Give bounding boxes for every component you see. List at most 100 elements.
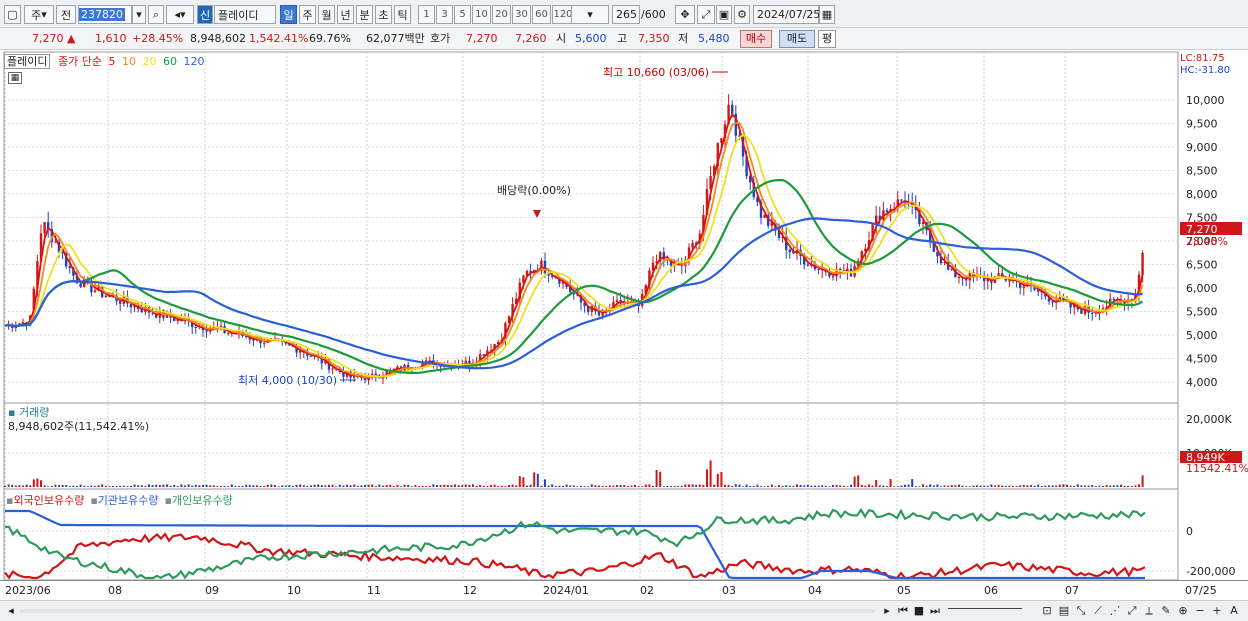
volume-bar — [770, 484, 773, 487]
gear-icon[interactable]: ⚙ — [734, 5, 750, 24]
fibo-icon[interactable]: ⋰ — [1108, 604, 1122, 618]
arrow-tool-icon[interactable]: ⤢ — [1125, 604, 1139, 618]
window-icon[interactable]: ▢ — [4, 5, 21, 24]
number-button-30[interactable]: 30 — [512, 5, 531, 24]
fast-forward-icon[interactable]: ⏭ — [928, 604, 942, 618]
table-toggle-icon[interactable]: ▦ — [8, 72, 22, 84]
calendar-icon[interactable]: ▦ — [819, 5, 835, 24]
plus-icon[interactable]: + — [1210, 604, 1224, 618]
volume-bar — [785, 485, 788, 487]
save-icon[interactable]: ▣ — [716, 5, 732, 24]
quote-bar: 7,270 ▲ 1,610 +28.45% 8,948,602 1,542.41… — [0, 28, 1248, 50]
crosshair-icon[interactable]: ✥ — [675, 5, 695, 24]
volume-bar — [994, 485, 996, 487]
volume-bar — [788, 485, 791, 487]
buy-button[interactable]: 매수 — [740, 30, 772, 48]
scroll-left-icon[interactable]: ◂ — [4, 604, 18, 618]
number-button-1[interactable]: 1 — [418, 5, 435, 24]
zoom-reset-icon[interactable]: ⊡ — [1040, 604, 1054, 618]
code-dropdown-icon[interactable]: ▾ — [132, 5, 146, 24]
volume-bar — [817, 485, 820, 487]
volume-bar — [749, 485, 752, 487]
trendline-icon[interactable]: ⟋ — [1091, 604, 1105, 618]
tool-icon[interactable]: ⤢ — [697, 5, 715, 24]
volume-bar — [940, 486, 942, 487]
ma-period-10[interactable]: 10 — [118, 55, 136, 68]
interval-0[interactable]: 일 — [280, 5, 297, 24]
candle-body — [543, 260, 547, 274]
volume-tick-label: 20,000K — [1186, 413, 1232, 426]
volume-bar — [378, 484, 381, 487]
interval-3[interactable]: 년 — [337, 5, 354, 24]
volume-bar — [1109, 485, 1112, 487]
volume-bar — [302, 485, 305, 487]
scroll-right-icon[interactable]: ▸ — [880, 604, 894, 618]
candle-body — [263, 342, 266, 344]
price-tick-label: 4,500 — [1186, 353, 1218, 366]
prev-button[interactable]: 전 — [56, 5, 76, 24]
zoom-slider[interactable] — [948, 608, 1022, 614]
search-icon[interactable]: ⌕ — [148, 5, 164, 24]
holders-legend-item-2[interactable]: ▪개인보유수량 — [165, 494, 233, 507]
count-input[interactable]: 265 — [612, 5, 640, 24]
volume-bar — [526, 485, 528, 487]
zoom-in-icon[interactable]: ⊕ — [1176, 604, 1190, 618]
holders-legend-item-0[interactable]: ▪외국인보유수량 — [6, 494, 84, 507]
volume-bar — [900, 485, 903, 487]
ma-period-5[interactable]: 5 — [108, 55, 115, 68]
number-button-20[interactable]: 20 — [492, 5, 511, 24]
volume-bar — [191, 485, 194, 487]
volume-bar — [1112, 485, 1115, 487]
volume-bar — [936, 484, 939, 487]
rewind-icon[interactable]: ⏮ — [896, 604, 910, 618]
volume-bar — [1044, 485, 1047, 487]
ma-period-60[interactable]: 60 — [159, 55, 177, 68]
candle-body — [817, 269, 820, 271]
candle-body — [194, 326, 197, 328]
number-button-60[interactable]: 60 — [532, 5, 551, 24]
volume-bar — [630, 485, 633, 487]
sell-button[interactable]: 매도 — [779, 30, 815, 48]
number-button-10[interactable]: 10 — [472, 5, 491, 24]
panel-icon[interactable]: ▤ — [1057, 604, 1071, 618]
volume-bar — [1080, 485, 1083, 487]
scrollbar-track[interactable] — [20, 609, 875, 613]
stop-icon[interactable]: ■ — [912, 604, 926, 618]
settings-tool-icon[interactable]: ✎ — [1159, 604, 1173, 618]
volume-bar — [1055, 485, 1058, 487]
volume-bar — [18, 485, 21, 487]
cursor-icon[interactable]: ⤡ — [1074, 604, 1088, 618]
candle-body — [1091, 312, 1094, 314]
shape-tool-icon[interactable]: ⟂ — [1142, 604, 1156, 618]
number-button-3[interactable]: 3 — [436, 5, 453, 24]
volume-bar — [439, 485, 442, 487]
price-tick-label: 6,500 — [1186, 259, 1218, 272]
date-input[interactable]: 2024/07/25 — [753, 5, 820, 24]
ma-period-20[interactable]: 20 — [139, 55, 156, 68]
interval-1[interactable]: 주 — [299, 5, 316, 24]
volume-bar — [997, 484, 1000, 487]
holders-legend-item-1[interactable]: ▪기관보유수량 — [90, 494, 158, 507]
blank-select[interactable]: ▾ — [571, 5, 609, 24]
interval-2[interactable]: 월 — [318, 5, 335, 24]
volume-bar — [547, 485, 550, 487]
speaker-icon[interactable]: ◂▾ — [166, 5, 194, 24]
volume-bar — [288, 485, 291, 487]
number-button-5[interactable]: 5 — [454, 5, 471, 24]
stock-code-input[interactable]: 237820 — [78, 5, 132, 24]
period-select[interactable]: 주 ▾ — [24, 5, 54, 24]
volume-bar — [1048, 485, 1050, 487]
volume-bar — [544, 479, 546, 487]
stock-name[interactable]: 플레이디 — [214, 5, 276, 24]
candle-body — [371, 373, 374, 376]
ma-period-120[interactable]: 120 — [180, 55, 204, 68]
zoom-out-icon[interactable]: − — [1193, 604, 1207, 618]
interval-6[interactable]: 틱 — [394, 5, 411, 24]
volume-bar — [79, 484, 82, 487]
average-button[interactable]: 평 — [818, 30, 836, 48]
interval-5[interactable]: 초 — [375, 5, 392, 24]
font-size-icon[interactable]: A — [1227, 604, 1241, 618]
volume-bar — [1015, 486, 1018, 487]
interval-4[interactable]: 분 — [356, 5, 373, 24]
volume-bar — [662, 486, 665, 487]
